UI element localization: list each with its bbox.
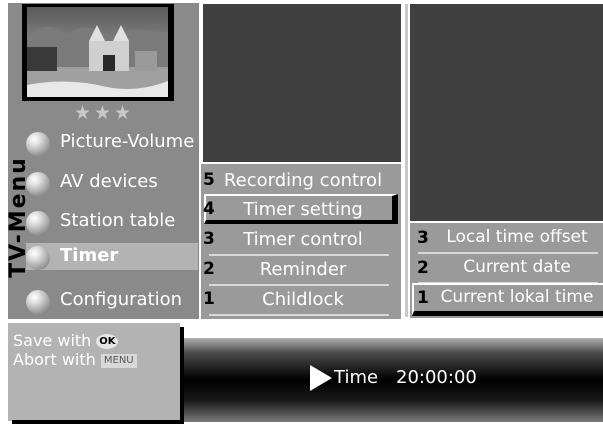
menu-item-configuration[interactable]: Configuration xyxy=(26,286,198,316)
bullet-sphere-icon xyxy=(26,172,50,196)
menu-item-label: Configuration xyxy=(60,289,183,310)
rating-stars: ★★★ xyxy=(73,102,135,124)
tv-preview-image xyxy=(27,7,168,97)
panel-divider xyxy=(405,4,408,317)
submenu-item-local-time-offset[interactable]: 3 Local time offset xyxy=(412,224,602,254)
item-label: Local time offset xyxy=(446,227,588,247)
item-number: 1 xyxy=(417,288,429,308)
menu-item-station-table[interactable]: Station table xyxy=(26,207,198,237)
item-number: 1 xyxy=(203,289,215,309)
submenu-item-current-lokal-time[interactable]: 1 Current lokal time xyxy=(412,284,602,314)
item-label: Recording control xyxy=(223,170,383,191)
submenu-item-childlock[interactable]: 1 Childlock xyxy=(203,286,399,316)
item-number: 3 xyxy=(417,228,429,248)
time-label: Time xyxy=(334,367,379,388)
submenu-item-reminder[interactable]: 2 Reminder xyxy=(203,256,399,286)
bullet-sphere-icon xyxy=(26,290,50,314)
save-hint: Save with OK xyxy=(13,331,119,350)
submenu-item-timer-setting[interactable]: 4 Timer setting xyxy=(203,196,399,226)
abort-hint-label: Abort with xyxy=(13,350,96,369)
submenu-item-timer-control[interactable]: 3 Timer control xyxy=(203,226,399,256)
bullet-sphere-icon xyxy=(26,211,50,235)
menu-item-label: Timer xyxy=(60,245,119,266)
divider xyxy=(209,314,389,316)
item-label: Current date xyxy=(463,257,571,277)
menu-item-label: AV devices xyxy=(60,171,158,192)
item-label: Childlock xyxy=(262,289,344,310)
bullet-sphere-icon xyxy=(26,246,50,270)
submenu-item-recording-control[interactable]: 5 Recording control xyxy=(203,167,399,197)
item-number: 2 xyxy=(417,258,429,278)
menu-key-icon: MENU xyxy=(100,353,137,368)
item-label: Timer control xyxy=(243,229,363,250)
menu-item-picture-volume[interactable]: Picture-Volume xyxy=(26,128,198,158)
item-number: 5 xyxy=(203,170,215,190)
abort-hint: Abort with MENU xyxy=(13,350,137,369)
menu-item-label: Station table xyxy=(60,210,176,231)
help-box-shadow xyxy=(12,420,184,424)
item-label: Timer setting xyxy=(243,199,363,220)
item-label: Reminder xyxy=(259,259,347,280)
item-number: 4 xyxy=(203,199,215,219)
item-number: 3 xyxy=(203,229,215,249)
menu-item-av-devices[interactable]: AV devices xyxy=(26,168,198,198)
time-value: 20:00:00 xyxy=(396,367,477,388)
menu-item-timer[interactable]: Timer xyxy=(26,243,198,270)
detail-backdrop xyxy=(410,4,603,221)
submenu-backdrop xyxy=(203,4,401,162)
bullet-sphere-icon xyxy=(26,132,50,156)
item-number: 2 xyxy=(203,259,215,279)
save-hint-label: Save with xyxy=(13,331,92,350)
menu-item-label: Picture-Volume xyxy=(60,131,195,152)
ok-key-icon: OK xyxy=(96,334,119,349)
play-arrow-icon xyxy=(310,365,332,391)
help-box-shadow xyxy=(180,327,184,422)
submenu-item-current-date[interactable]: 2 Current date xyxy=(412,254,602,284)
item-label: Current lokal time xyxy=(440,287,594,307)
